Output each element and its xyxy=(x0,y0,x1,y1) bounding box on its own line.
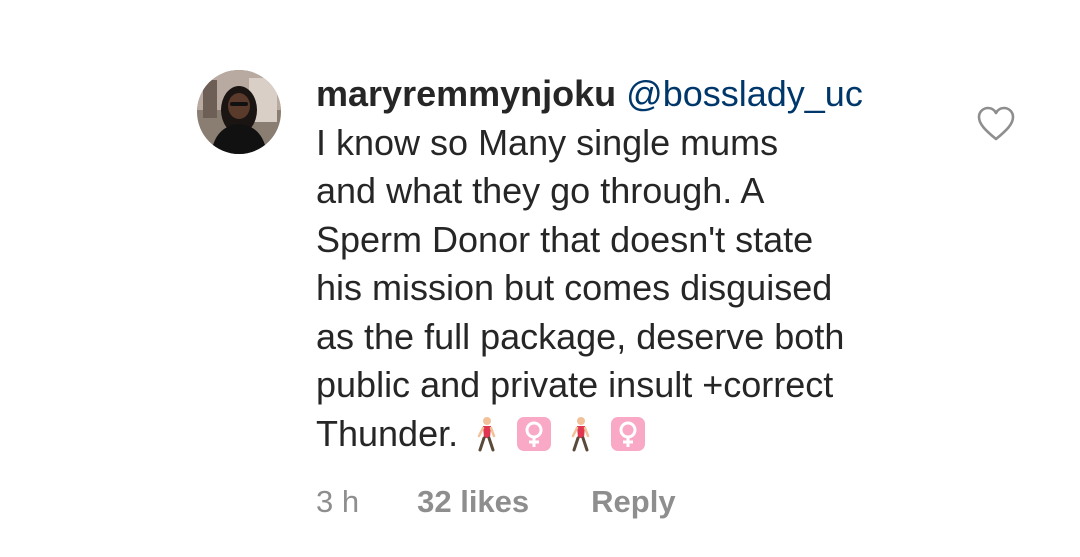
woman-walking-emoji xyxy=(477,416,496,451)
comment-likes-count[interactable]: 32 likes xyxy=(417,484,529,520)
comment-line: as the full package, deserve both xyxy=(316,315,845,357)
comment-meta: 3 h 32 likes Reply xyxy=(316,482,676,522)
heart-outline-icon[interactable] xyxy=(977,106,1015,142)
comment-username[interactable]: maryremmynjoku xyxy=(316,73,616,114)
comment-line: his mission but comes disguised xyxy=(316,267,833,308)
female-sign-emoji xyxy=(611,416,646,451)
comment-body: maryremmynjoku @bosslady_uc I know so Ma… xyxy=(316,70,956,458)
avatar[interactable] xyxy=(197,70,281,154)
comment-line: public and private insult +correct xyxy=(316,364,834,405)
woman-walking-emoji xyxy=(571,416,590,451)
comment-text: maryremmynjoku @bosslady_uc I know so Ma… xyxy=(316,70,956,458)
female-sign-emoji xyxy=(517,416,552,451)
comment-mention[interactable]: @bosslady_uc xyxy=(626,73,863,114)
comment-line: I know so Many single mums xyxy=(316,121,779,163)
comment-line: Thunder. xyxy=(316,412,459,454)
comment-time: 3 h xyxy=(316,484,360,519)
comment-line: Sperm Donor that doesn't state xyxy=(316,218,814,260)
comment-line: and what they go through. A xyxy=(316,170,765,211)
reply-button[interactable]: Reply xyxy=(591,484,675,520)
